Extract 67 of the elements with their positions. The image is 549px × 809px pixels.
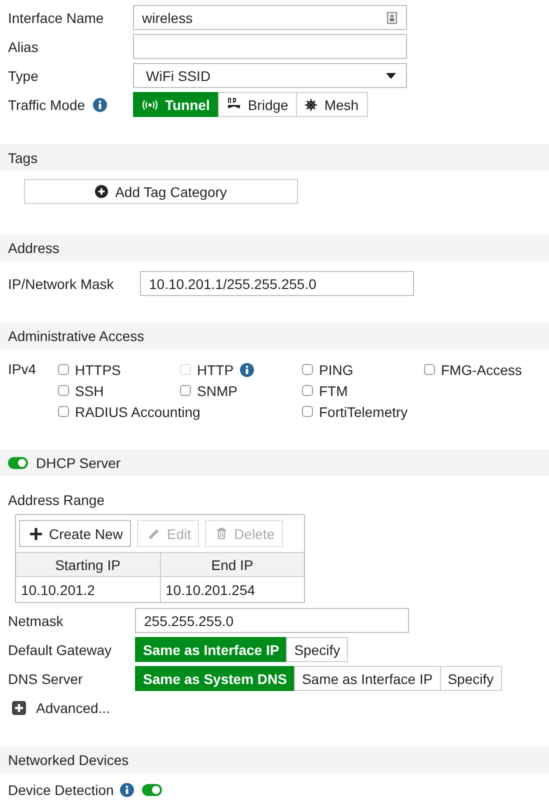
field-label: Type — [8, 68, 40, 84]
checkbox[interactable] — [424, 364, 435, 375]
section-header: Networked Devices — [0, 746, 549, 773]
wireless-signal-icon — [142, 100, 158, 110]
field-label: Netmask — [8, 612, 64, 628]
caret-icon — [386, 72, 396, 78]
toggle-switch[interactable] — [8, 456, 28, 468]
checkbox-label: SNMP — [197, 382, 238, 398]
option-toggle[interactable]: Same as Interface IP — [294, 666, 441, 691]
field-label: Default Gateway — [8, 642, 112, 658]
table-cell: 10.10.201.254 — [160, 576, 304, 602]
column-header: Starting IP — [16, 553, 160, 576]
field-label: IPv4 — [8, 360, 38, 379]
checkbox-label: PING — [319, 362, 354, 378]
checkbox[interactable] — [180, 385, 191, 396]
table-cell: 10.10.201.2 — [16, 576, 160, 602]
plus-icon — [30, 528, 42, 540]
toggle-switch[interactable] — [142, 784, 162, 796]
expand-icon[interactable] — [12, 700, 26, 714]
section-header: Address — [0, 234, 549, 261]
mode-toggle[interactable]: Bridge — [218, 92, 298, 117]
option-toggle[interactable]: Same as System DNS — [135, 666, 295, 691]
checkbox-label: HTTP — [197, 362, 234, 378]
text-field[interactable] — [133, 34, 407, 59]
mesh-icon — [305, 98, 318, 110]
ip-field[interactable]: 10.10.201.1/255.255.255.0 — [140, 271, 414, 296]
checkbox-label: FortiTelemetry — [319, 404, 408, 420]
advanced-link[interactable]: Advanced... — [36, 700, 110, 716]
mode-toggle[interactable]: Tunnel — [133, 92, 219, 117]
field-label: Interface Name — [8, 10, 105, 26]
create-button[interactable]: Create New — [19, 520, 131, 547]
section-header: DHCP Server — [36, 454, 121, 470]
section-header: Administrative Access — [0, 322, 549, 349]
checkbox-label: SSH — [75, 382, 104, 398]
checkbox[interactable] — [58, 364, 69, 375]
checkbox-label: FTM — [319, 382, 348, 398]
contact-card-icon[interactable] — [387, 12, 397, 24]
info-icon[interactable] — [120, 783, 134, 797]
field-label: IP/Network Mask — [8, 276, 115, 292]
bridge-icon — [226, 98, 241, 111]
option-toggle[interactable]: Specify — [286, 637, 348, 662]
checkbox[interactable] — [302, 385, 313, 396]
trash-icon — [216, 527, 228, 540]
checkbox[interactable] — [302, 406, 313, 417]
info-icon[interactable] — [93, 98, 108, 112]
checkbox-label: FMG-Access — [441, 362, 522, 378]
option-toggle[interactable]: Same as Interface IP — [135, 637, 288, 662]
field-label: DNS Server — [8, 670, 84, 686]
checkbox[interactable] — [58, 406, 69, 417]
field-label: Address Range — [8, 492, 106, 508]
plus-circle-icon — [95, 185, 108, 198]
pencil-icon — [148, 528, 160, 540]
field-label: Device Detection — [8, 782, 114, 798]
checkbox[interactable] — [302, 364, 313, 375]
netmask-field[interactable]: 255.255.255.0 — [135, 608, 409, 633]
text-field[interactable]: wireless — [133, 5, 407, 30]
type-dropdown[interactable]: WiFi SSID — [133, 63, 407, 88]
section-header: Tags — [0, 144, 549, 171]
mode-toggle[interactable]: Mesh — [296, 92, 368, 117]
field-label: Alias — [8, 38, 40, 54]
column-header: End IP — [160, 553, 304, 576]
checkbox-label: RADIUS Accounting — [75, 404, 200, 420]
checkbox-label: HTTPS — [75, 362, 121, 378]
field-label: Traffic Mode — [8, 96, 86, 112]
add-tag-button[interactable]: Add Tag Category — [24, 179, 298, 204]
option-toggle[interactable]: Specify — [440, 666, 502, 691]
checkbox[interactable] — [58, 385, 69, 396]
